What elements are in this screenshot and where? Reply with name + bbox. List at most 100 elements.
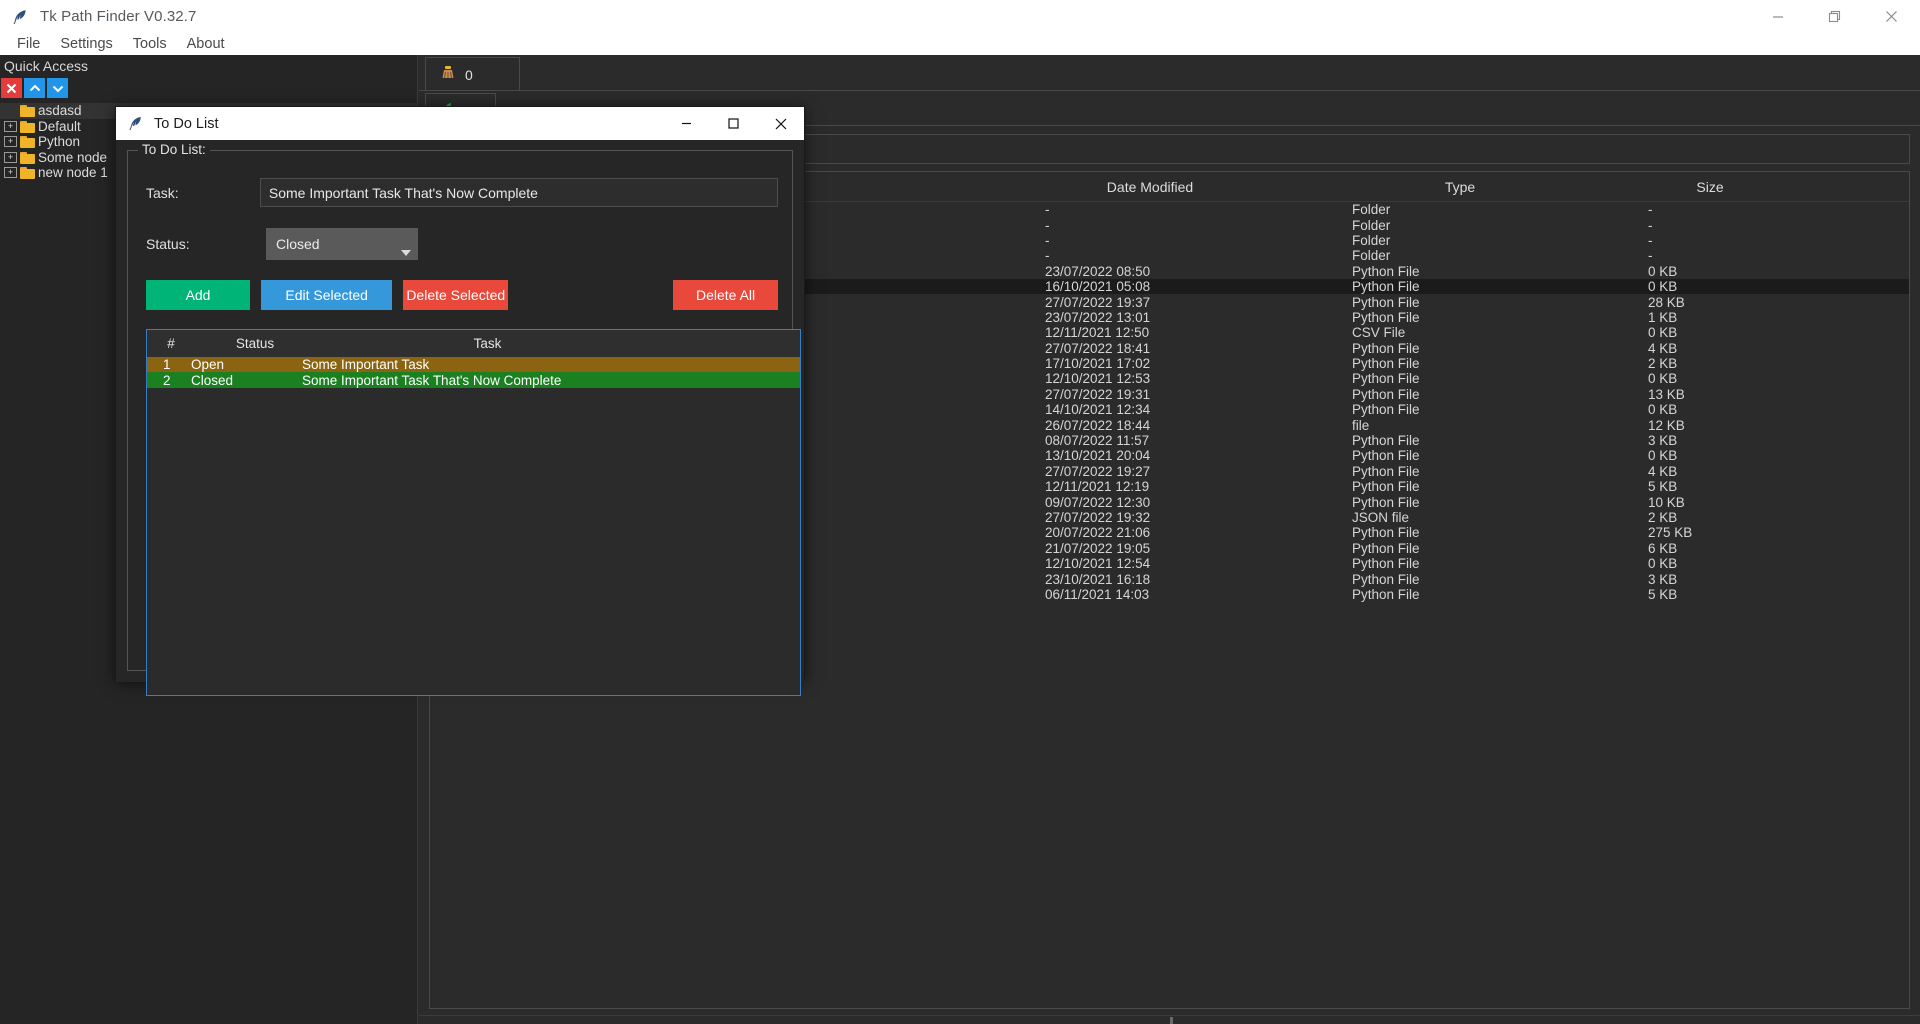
file-date: 27/07/2022 19:32 [1045, 510, 1151, 525]
file-size: 3 KB [1648, 433, 1678, 449]
file-type: Python File [1352, 371, 1420, 387]
file-date: 27/07/2022 19:31 [1045, 386, 1151, 402]
close-icon[interactable] [1863, 0, 1920, 33]
tab-0[interactable]: 0 [425, 57, 520, 91]
todo-number: 1 [163, 357, 171, 373]
todo-task: Some Important Task [302, 357, 430, 373]
file-date: 26/07/2022 18:44 [1045, 417, 1151, 433]
delete-node-button[interactable] [1, 78, 22, 98]
file-type: Folder [1352, 248, 1391, 264]
file-date: 23/10/2021 16:18 [1045, 571, 1151, 587]
menu-item-file[interactable]: File [7, 34, 50, 54]
menu-item-settings[interactable]: Settings [50, 34, 122, 54]
todo-row[interactable]: 1 Open Some Important Task [147, 357, 800, 373]
folder-icon [20, 104, 36, 118]
feather-icon [9, 6, 31, 28]
menubar: File Settings Tools About [0, 33, 1920, 55]
chevron-down-icon [401, 250, 411, 256]
file-size: - [1648, 202, 1653, 218]
column-header-size[interactable]: Size [1610, 179, 1810, 195]
file-date: 20/07/2022 21:06 [1045, 525, 1151, 541]
move-up-button[interactable] [24, 78, 45, 98]
split-handle[interactable] [419, 1015, 1920, 1024]
file-type: Folder [1352, 217, 1391, 233]
dialog-title: To Do List [154, 115, 219, 132]
file-size: 2 KB [1648, 356, 1678, 372]
todo-list-dialog: To Do List To Do List: Task: Some Import… [115, 106, 805, 696]
column-header-date-modified[interactable]: Date Modified [990, 179, 1310, 195]
status-dropdown-value: Closed [276, 236, 320, 252]
task-label: Task: [146, 184, 179, 201]
restore-icon[interactable] [1806, 0, 1863, 33]
expand-icon[interactable]: + [4, 120, 17, 132]
file-size: 10 KB [1648, 494, 1685, 510]
file-size: 13 KB [1648, 386, 1685, 402]
column-header-number[interactable]: # [147, 336, 195, 351]
todo-table-header: # Status Task [147, 330, 800, 357]
maximize-icon[interactable] [710, 107, 757, 140]
file-date: 23/07/2022 13:01 [1045, 309, 1151, 325]
close-icon[interactable] [757, 107, 804, 140]
file-size: 0 KB [1648, 402, 1678, 418]
menu-item-tools[interactable]: Tools [123, 34, 177, 54]
file-size: 4 KB [1648, 340, 1678, 356]
file-size: 5 KB [1648, 586, 1678, 602]
file-size: 28 KB [1648, 294, 1685, 310]
todo-groupbox: To Do List: Task: Status: Closed Add Edi… [127, 142, 801, 696]
folder-icon [20, 166, 36, 180]
file-type: Python File [1352, 463, 1420, 479]
minimize-icon[interactable] [663, 107, 710, 140]
file-size: 0 KB [1648, 448, 1678, 464]
file-type: Python File [1352, 571, 1420, 587]
file-date: 12/10/2021 12:54 [1045, 556, 1151, 572]
main-titlebar: Tk Path Finder V0.32.7 [0, 0, 1920, 33]
file-type: Python File [1352, 540, 1420, 556]
expand-icon[interactable]: + [4, 167, 17, 179]
menu-item-about[interactable]: About [177, 34, 235, 54]
quick-access-header: Quick Access [0, 55, 417, 77]
tree-item-label: new node 1 [38, 165, 108, 181]
expand-icon[interactable]: + [4, 151, 17, 163]
file-size: 0 KB [1648, 263, 1678, 279]
move-down-button[interactable] [47, 78, 68, 98]
file-type: Folder [1352, 202, 1391, 218]
file-size: 2 KB [1648, 510, 1678, 525]
file-date: 08/07/2022 11:57 [1045, 433, 1150, 449]
file-type: Python File [1352, 309, 1420, 325]
status-dropdown[interactable]: Closed [266, 228, 418, 260]
column-header-status[interactable]: Status [195, 336, 315, 351]
file-type: Python File [1352, 263, 1420, 279]
edit-selected-button[interactable]: Edit Selected [261, 280, 393, 310]
add-button[interactable]: Add [146, 280, 251, 310]
file-date: 12/11/2021 12:50 [1045, 325, 1150, 341]
file-size: 3 KB [1648, 571, 1678, 587]
dialog-body: To Do List: Task: Status: Closed Add Edi… [116, 140, 804, 696]
file-type: Python File [1352, 340, 1420, 356]
file-type: Python File [1352, 356, 1420, 372]
dialog-titlebar: To Do List [116, 107, 804, 140]
todo-row[interactable]: 2 Closed Some Important Task That's Now Co… [147, 372, 800, 388]
file-type: Python File [1352, 586, 1420, 602]
column-header-type[interactable]: Type [1310, 179, 1610, 195]
todo-number: 2 [163, 372, 171, 388]
file-size: 0 KB [1648, 556, 1678, 572]
file-size: 12 KB [1648, 417, 1685, 433]
delete-all-button[interactable]: Delete All [673, 280, 778, 310]
file-size: - [1648, 217, 1653, 233]
file-size: 4 KB [1648, 463, 1678, 479]
split-grip [1169, 1017, 1173, 1024]
file-size: - [1648, 232, 1653, 248]
task-row: Task: [142, 178, 778, 207]
delete-selected-button[interactable]: Delete Selected [403, 280, 509, 310]
file-date: 21/07/2022 19:05 [1045, 540, 1151, 556]
file-date: 27/07/2022 19:27 [1045, 463, 1151, 479]
tab-label: 0 [465, 66, 473, 83]
file-date: 27/07/2022 18:41 [1045, 340, 1151, 356]
file-date: - [1045, 248, 1050, 264]
task-input[interactable] [259, 178, 778, 207]
file-size: 0 KB [1648, 279, 1678, 295]
status-row: Status: Closed [142, 228, 778, 260]
minimize-icon[interactable] [1749, 0, 1806, 33]
column-header-task[interactable]: Task [315, 336, 800, 351]
expand-icon[interactable]: + [4, 136, 17, 148]
